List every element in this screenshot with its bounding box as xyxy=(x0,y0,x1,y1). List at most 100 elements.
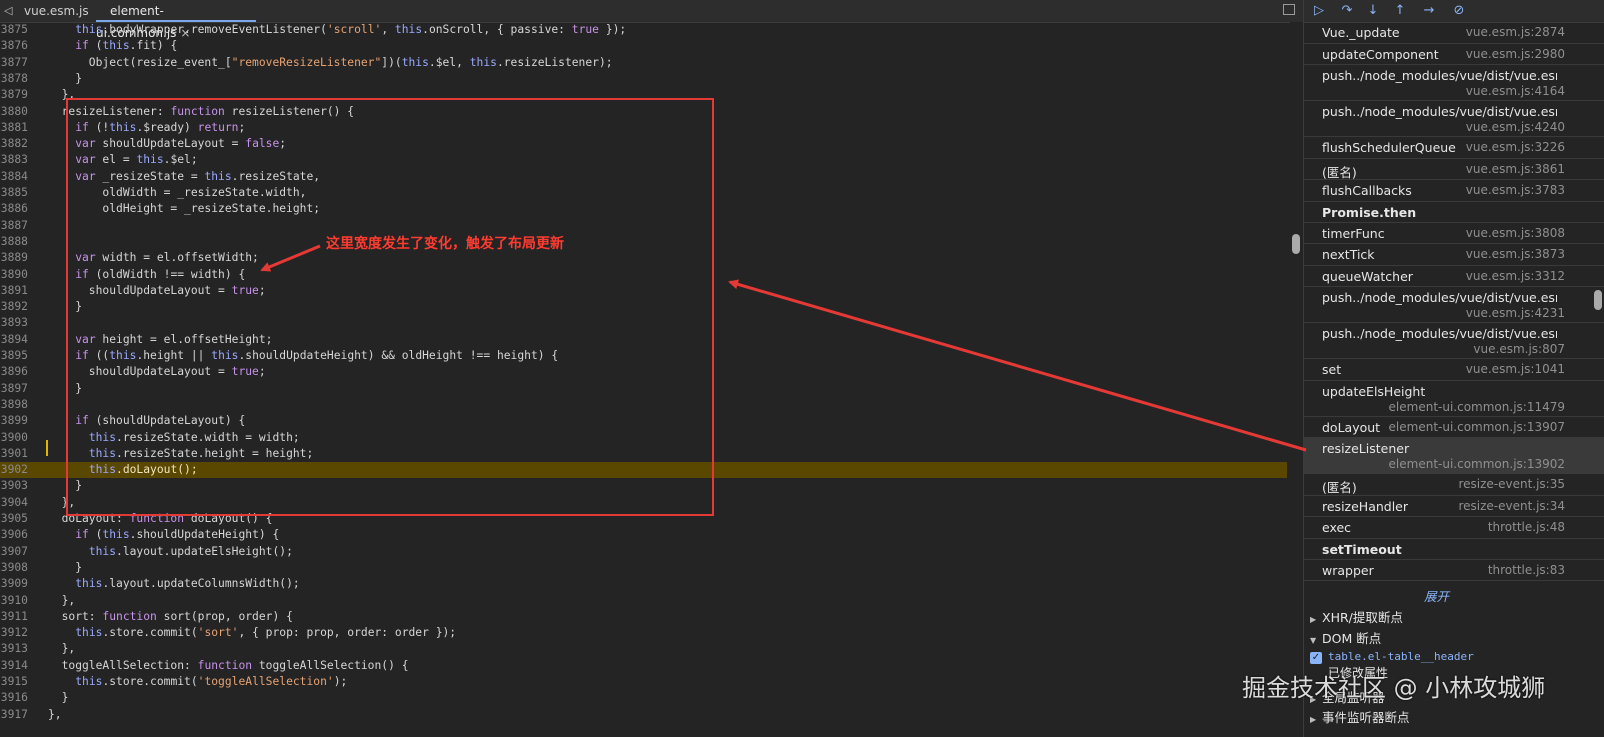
call-frame[interactable]: (匿名) resize-event.js:35 xyxy=(1304,474,1604,496)
frame-location[interactable]: element-ui.common.js:11479 xyxy=(1389,400,1565,414)
frame-location[interactable]: vue.esm.js:2874 xyxy=(1466,25,1565,39)
line-number[interactable]: 3902 xyxy=(0,462,28,478)
frame-location[interactable]: vue.esm.js:4164 xyxy=(1466,84,1565,98)
frame-location[interactable]: vue.esm.js:3783 xyxy=(1466,183,1565,197)
line-number[interactable]: 3891 xyxy=(0,283,28,299)
event-listener-breakpoints-section[interactable]: ▶ 事件监听器断点 xyxy=(1310,707,1410,726)
line-number[interactable]: 3907 xyxy=(0,544,28,560)
dom-breakpoints-section[interactable]: ▼ DOM 断点 xyxy=(1310,628,1381,647)
call-frame[interactable]: (匿名) vue.esm.js:3861 xyxy=(1304,159,1604,180)
line-number[interactable]: 3913 xyxy=(0,641,28,657)
line-number[interactable]: 3880 xyxy=(0,104,28,120)
call-frame[interactable]: exec throttle.js:48 xyxy=(1304,517,1604,539)
code-line[interactable]: 3910 }, xyxy=(0,593,1287,609)
call-frame[interactable]: push../node_modules/vue/dist/vue.esm.js.… xyxy=(1304,65,1604,101)
line-number[interactable]: 3908 xyxy=(0,560,28,576)
line-number[interactable]: 3901 xyxy=(0,446,28,462)
tab-vue-esm[interactable]: vue.esm.js xyxy=(6,0,89,22)
call-frame-selected[interactable]: resizeListener element-ui.common.js:13902 xyxy=(1304,438,1604,474)
line-number[interactable]: 3898 xyxy=(0,397,28,413)
dom-breakpoint-checkbox[interactable]: ✓ xyxy=(1310,652,1322,664)
line-number[interactable]: 3893 xyxy=(0,315,28,331)
line-number[interactable]: 3910 xyxy=(0,593,28,609)
line-number[interactable]: 3906 xyxy=(0,527,28,543)
line-number[interactable]: 3900 xyxy=(0,430,28,446)
line-number[interactable]: 3899 xyxy=(0,413,28,429)
step-out-icon[interactable]: ↑ xyxy=(1391,2,1409,20)
line-number[interactable]: 3894 xyxy=(0,332,28,348)
resume-icon[interactable]: ▷ xyxy=(1310,2,1328,20)
frame-location[interactable]: vue.esm.js:3873 xyxy=(1466,247,1565,261)
xhr-breakpoints-section[interactable]: ▶ XHR/提取断点 xyxy=(1310,607,1403,626)
code-line[interactable]: 3917}, xyxy=(0,707,1287,723)
call-frame[interactable]: flushSchedulerQueue vue.esm.js:3226 xyxy=(1304,137,1604,159)
line-number[interactable]: 3881 xyxy=(0,120,28,136)
frame-location[interactable]: element-ui.common.js:13902 xyxy=(1389,457,1565,471)
line-number[interactable]: 3895 xyxy=(0,348,28,364)
line-number[interactable]: 3903 xyxy=(0,478,28,494)
step-icon[interactable]: → xyxy=(1420,2,1438,20)
editor-scrollbar[interactable] xyxy=(1290,22,1303,737)
line-number[interactable]: 3879 xyxy=(0,87,28,103)
call-frame[interactable]: wrapper throttle.js:83 xyxy=(1304,560,1604,581)
code-line[interactable]: 3877 Object(resize_event_["removeResizeL… xyxy=(0,55,1287,71)
line-number[interactable]: 3889 xyxy=(0,250,28,266)
line-number[interactable]: 3916 xyxy=(0,690,28,706)
scrollbar-thumb[interactable] xyxy=(1292,234,1300,254)
line-number[interactable]: 3912 xyxy=(0,625,28,641)
line-number[interactable]: 3888 xyxy=(0,234,28,250)
frame-location[interactable]: vue.esm.js:807 xyxy=(1473,342,1565,356)
code-line[interactable]: 3878 } xyxy=(0,71,1287,87)
line-number[interactable]: 3887 xyxy=(0,218,28,234)
call-frame[interactable]: push../node_modules/vue/dist/vue.esm.js.… xyxy=(1304,101,1604,137)
line-number[interactable]: 3896 xyxy=(0,364,28,380)
line-number[interactable]: 3914 xyxy=(0,658,28,674)
line-number[interactable]: 3892 xyxy=(0,299,28,315)
line-number[interactable]: 3890 xyxy=(0,267,28,283)
line-number[interactable]: 3915 xyxy=(0,674,28,690)
line-number[interactable]: 3884 xyxy=(0,169,28,185)
code-line[interactable]: 3906 if (this.shouldUpdateHeight) { xyxy=(0,527,1287,543)
call-frame[interactable]: updateElsHeight element-ui.common.js:1147… xyxy=(1304,381,1604,417)
code-line[interactable]: 3875 this.bodyWrapper.removeEventListene… xyxy=(0,22,1287,38)
call-frame[interactable]: push../node_modules/vue/dist/vue.esm.js.… xyxy=(1304,323,1604,359)
code-line[interactable]: 3909 this.layout.updateColumnsWidth(); xyxy=(0,576,1287,592)
line-number[interactable]: 3911 xyxy=(0,609,28,625)
call-frame[interactable]: set vue.esm.js:1041 xyxy=(1304,359,1604,381)
line-number[interactable]: 3885 xyxy=(0,185,28,201)
step-into-icon[interactable]: ↓ xyxy=(1364,2,1382,20)
line-number[interactable]: 3876 xyxy=(0,38,28,54)
call-frame[interactable]: push../node_modules/vue/dist/vue.esm.js.… xyxy=(1304,287,1604,323)
expand-link[interactable]: 展开 xyxy=(1424,586,1449,605)
line-number[interactable]: 3917 xyxy=(0,707,28,723)
frame-location[interactable]: vue.esm.js:4240 xyxy=(1466,120,1565,134)
call-frame[interactable]: updateComponent vue.esm.js:2980 xyxy=(1304,44,1604,65)
frame-location[interactable]: vue.esm.js:4231 xyxy=(1466,306,1565,320)
code-line[interactable]: 3908 } xyxy=(0,560,1287,576)
deactivate-breakpoints-icon[interactable]: ⊘ xyxy=(1450,2,1468,20)
code-line[interactable]: 3907 this.layout.updateElsHeight(); xyxy=(0,544,1287,560)
line-number[interactable]: 3905 xyxy=(0,511,28,527)
line-number[interactable]: 3886 xyxy=(0,201,28,217)
code-line[interactable]: 3876 if (this.fit) { xyxy=(0,38,1287,54)
line-number[interactable]: 3909 xyxy=(0,576,28,592)
call-frame[interactable]: timerFunc vue.esm.js:3808 xyxy=(1304,223,1604,244)
line-number[interactable]: 3882 xyxy=(0,136,28,152)
code-line[interactable]: 3911 sort: function sort(prop, order) { xyxy=(0,609,1287,625)
frame-location[interactable]: vue.esm.js:3312 xyxy=(1466,269,1565,283)
call-frame[interactable]: nextTick vue.esm.js:3873 xyxy=(1304,244,1604,266)
frame-location[interactable]: resize-event.js:35 xyxy=(1458,477,1565,491)
step-over-icon[interactable]: ↷ xyxy=(1338,2,1356,20)
line-number[interactable]: 3875 xyxy=(0,22,28,38)
code-line[interactable]: 3914 toggleAllSelection: function toggle… xyxy=(0,658,1287,674)
call-frame[interactable]: flushCallbacks vue.esm.js:3783 xyxy=(1304,180,1604,202)
call-frame[interactable]: queueWatcher vue.esm.js:3312 xyxy=(1304,266,1604,287)
frame-location[interactable]: vue.esm.js:3808 xyxy=(1466,226,1565,240)
call-frame[interactable]: doLayout element-ui.common.js:13907 xyxy=(1304,417,1604,438)
toggle-pane-icon[interactable] xyxy=(1283,4,1295,15)
tab-element-ui-common[interactable]: element-ui.common.js × xyxy=(96,0,256,40)
scrollbar-thumb[interactable] xyxy=(1594,290,1602,310)
call-frame[interactable]: Vue._update vue.esm.js:2874 xyxy=(1304,22,1604,44)
frame-location[interactable]: throttle.js:48 xyxy=(1488,520,1565,534)
code-line[interactable]: 3915 this.store.commit('toggleAllSelecti… xyxy=(0,674,1287,690)
